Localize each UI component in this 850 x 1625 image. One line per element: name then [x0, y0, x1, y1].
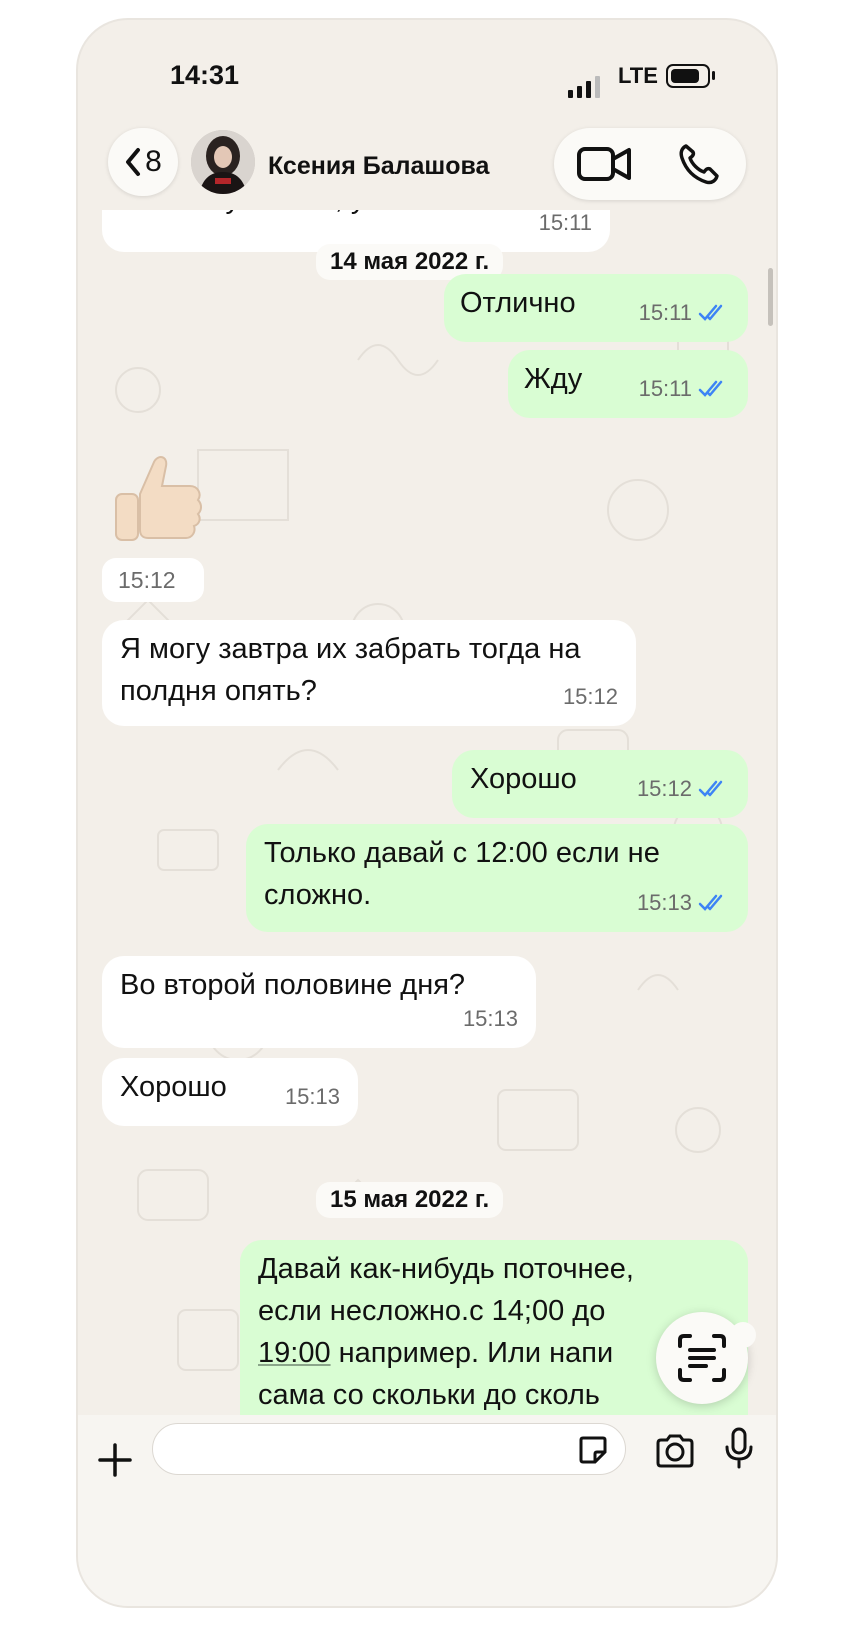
message-time: 15:13	[462, 1006, 518, 1031]
message-time: 15:13	[636, 890, 692, 915]
message-time: 15:12	[636, 776, 692, 801]
message-bubble-incoming[interactable]: Хорошо 15:13	[102, 1058, 358, 1126]
message-time: 15:13	[284, 1084, 340, 1109]
message-time: 15:12	[118, 567, 176, 593]
message-bubble-outgoing[interactable]: Отлично 15:11	[444, 274, 748, 342]
message-bubble-incoming[interactable]: Во второй половине дня? 15:13	[102, 956, 536, 1048]
message-text: Во второй половине дня?	[120, 969, 466, 1001]
status-bar: 14:31 LTE	[78, 20, 776, 120]
message-text: Они нагулялись, устали	[120, 210, 442, 220]
message-input[interactable]	[152, 1423, 626, 1475]
message-text: Отлично	[460, 287, 576, 319]
chat-header: 8 Ксения Балашова	[78, 110, 776, 210]
phone-icon[interactable]	[676, 142, 720, 186]
avatar[interactable]	[191, 130, 255, 194]
double-check-icon	[698, 380, 723, 397]
contact-name[interactable]: Ксения Балашова	[268, 152, 489, 181]
live-text-button[interactable]	[656, 1312, 756, 1404]
back-button[interactable]: 8	[108, 128, 178, 196]
message-bubble-outgoing[interactable]: Жду 15:11	[508, 350, 748, 418]
back-chevron-icon	[126, 148, 141, 176]
message-bubble-outgoing[interactable]: Только давай с 12:00 если не сложно. 15:…	[246, 824, 748, 932]
phone-frame: 14:31 LTE 8 Ксения Балашова 15:11 14 мая…	[76, 18, 778, 1608]
battery-icon	[666, 64, 715, 88]
double-check-icon	[698, 304, 723, 321]
double-check-icon	[698, 780, 723, 797]
emoji-message[interactable]	[106, 450, 206, 550]
fab-badge	[730, 1322, 756, 1348]
double-check-icon	[698, 894, 723, 911]
message-bubble-outgoing[interactable]: Хорошо 15:12	[452, 750, 748, 818]
thumbs-up-emoji	[115, 456, 202, 541]
plus-icon[interactable]	[98, 1443, 132, 1477]
video-call-icon[interactable]	[576, 144, 632, 184]
message-text: Хорошо	[470, 763, 577, 795]
sticker-icon[interactable]	[577, 1434, 609, 1466]
unread-count: 8	[145, 145, 162, 178]
message-time-pill: 15:12	[102, 558, 204, 602]
status-time: 14:31	[170, 60, 240, 90]
signal-icon	[568, 76, 600, 98]
time-link[interactable]: 19:00	[258, 1337, 331, 1369]
message-text-line: например. Или напи	[330, 1337, 614, 1369]
camera-icon[interactable]	[654, 1433, 696, 1469]
scrollbar[interactable]	[768, 268, 773, 326]
mic-icon[interactable]	[724, 1427, 754, 1469]
message-bubble-incoming[interactable]: Я могу завтра их забрать тогда на полдня…	[102, 620, 636, 726]
message-text: Я могу завтра их забрать тогда на полдня…	[120, 633, 581, 707]
message-time: 15:11	[638, 376, 692, 401]
message-text: Хорошо	[120, 1071, 227, 1103]
message-text: Жду	[524, 363, 583, 395]
message-time: 15:12	[562, 684, 618, 709]
message-time: 15:11	[538, 210, 592, 235]
message-text-line: Давай как-нибудь поточнее,	[258, 1253, 634, 1285]
chat-area[interactable]: Они нагулялись, устали 15:11 14 мая 2022…	[78, 210, 776, 1415]
date-separator: 15 мая 2022 г.	[316, 1182, 504, 1218]
message-time: 15:11	[638, 300, 692, 325]
composer-bar	[78, 1415, 776, 1606]
network-type: LTE	[618, 63, 658, 88]
call-actions	[554, 128, 746, 200]
